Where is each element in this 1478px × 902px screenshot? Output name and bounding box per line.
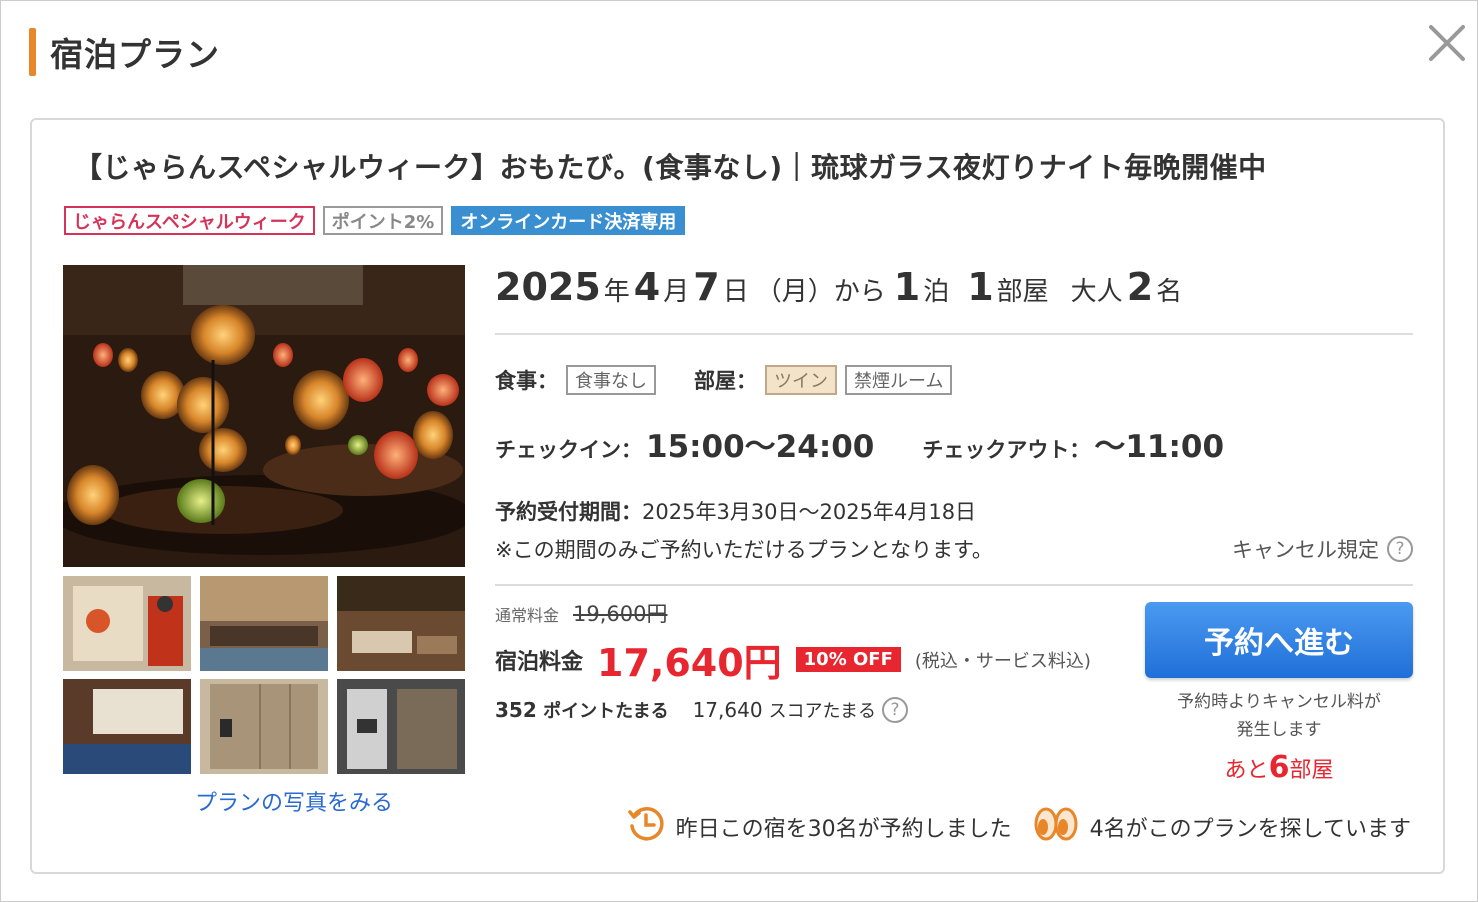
rooms-left-prefix: あと [1224, 758, 1269, 783]
plan-photos-link[interactable]: プランの写真をみる [63, 785, 525, 817]
stay-summary: 2025 年 4 月 7 日 （月）から 1 泊 1 部屋 大人 2 名 [495, 265, 1415, 319]
divider [495, 584, 1413, 586]
cancel-fee-line2: 発生します [1236, 720, 1322, 740]
reserve-button[interactable]: 予約へ進む [1145, 602, 1413, 678]
price-block: 通常料金 19,600円 宿泊料金 17,640円 10% OFF (税込・サー… [495, 598, 1135, 723]
rooms-left-count: 6 [1268, 750, 1290, 785]
discount-badge: 10% OFF [795, 647, 901, 672]
thumbnail-photo[interactable] [200, 576, 328, 671]
plan-details: 2025 年 4 月 7 日 （月）から 1 泊 1 部屋 大人 2 名 食事：… [495, 265, 1415, 586]
month-unit: 月 [663, 277, 690, 307]
thumbnail-photo[interactable] [63, 679, 191, 774]
day-unit: 日 [722, 277, 749, 307]
regular-price-label: 通常料金 [495, 606, 560, 625]
thumbnail-photo[interactable] [337, 576, 465, 671]
plan-title: 【じゃらんスペシャルウィーク】おもたび。(食事なし)｜琉球ガラス夜灯りナイト毎晩… [74, 151, 1267, 184]
booked-yesterday: 昨日この宿を30名が予約しました [626, 804, 1012, 850]
tag-online-payment: オンラインカード決済専用 [451, 206, 686, 235]
adults-count: 2 [1126, 265, 1154, 309]
modal-title: 宿泊プラン [50, 35, 220, 74]
tag-special-week: じゃらんスペシャルウィーク [64, 206, 315, 235]
meal-chip: 食事なし [566, 365, 656, 395]
checkin-label: チェックイン： [495, 438, 642, 462]
adults-unit: 名 [1156, 277, 1183, 307]
stay-price-label: 宿泊料金 [495, 649, 584, 675]
viewing-now: 4名がこのプランを探しています [1032, 804, 1411, 850]
thumbnail-photo[interactable] [63, 576, 191, 671]
stay-month: 4 [633, 265, 661, 309]
cancel-fee-line1: 予約時よりキャンセル料が [1177, 692, 1381, 712]
rooms-left: あと6部屋 [1145, 750, 1413, 785]
stay-year: 2025 [495, 265, 601, 309]
nights-count: 1 [893, 265, 921, 309]
viewing-text: 4名がこのプランを探しています [1089, 817, 1411, 842]
cancel-fee-note: 予約時よりキャンセル料が 発生します [1145, 688, 1413, 744]
eyes-icon [1032, 804, 1080, 850]
room-type-chip: ツイン [765, 365, 837, 395]
rooms-unit: 部屋 [996, 277, 1049, 307]
rooms-left-suffix: 部屋 [1289, 758, 1334, 783]
points-value: 352 [495, 698, 537, 722]
rooms-count: 1 [967, 265, 994, 309]
thumbnail-photo[interactable] [337, 679, 465, 774]
room-label: 部屋： [694, 369, 757, 393]
points-label: ポイントたまる [543, 701, 669, 722]
stay-weekday: （月）から [755, 277, 886, 307]
plan-tags: じゃらんスペシャルウィーク ポイント2% オンラインカード決済専用 [64, 206, 686, 235]
cancel-policy-label: キャンセル規定 [1232, 538, 1379, 562]
check-times-row: チェックイン： 15:00〜24:00 チェックアウト： 〜11:00 [495, 421, 1415, 466]
regular-price-row: 通常料金 19,600円 [495, 598, 1135, 628]
checkin-time: 15:00〜24:00 [646, 429, 875, 465]
points-row: 352 ポイントたまる 17,640 スコアたまる ? [495, 697, 1135, 723]
booking-period: 予約受付期間： 2025年3月30日〜2025年4月18日 [495, 496, 1415, 526]
meal-label: 食事： [495, 369, 558, 393]
score-value: 17,640 [692, 698, 763, 722]
stay-day: 7 [693, 265, 720, 309]
header-accent-bar [29, 28, 36, 76]
period-note: ※この期間のみご予約いただけるプランとなります。 [495, 538, 993, 562]
plan-modal: 宿泊プラン 【じゃらんスペシャルウィーク】おもたび。(食事なし)｜琉球ガラス夜灯… [0, 0, 1478, 902]
tax-note: (税込・サービス料込) [914, 650, 1091, 672]
meal-room-row: 食事： 食事なし 部屋： ツイン 禁煙ルーム [495, 365, 1415, 395]
main-plan-photo[interactable] [63, 265, 465, 567]
modal-header: 宿泊プラン [29, 27, 220, 77]
checkout-time: 〜11:00 [1094, 429, 1225, 465]
clock-history-icon [626, 804, 666, 850]
non-smoking-chip: 禁煙ルーム [845, 365, 953, 395]
score-earned: 17,640 スコアたまる ? [692, 697, 909, 723]
reserve-column: 予約へ進む 予約時よりキャンセル料が 発生します あと6部屋 [1145, 602, 1413, 785]
stay-price: 17,640円 [597, 641, 782, 685]
help-icon[interactable]: ? [1387, 536, 1413, 562]
thumbnail-photo[interactable] [200, 679, 328, 774]
stay-price-row: 宿泊料金 17,640円 10% OFF (税込・サービス料込) [495, 632, 1135, 687]
period-note-row: ※この期間のみご予約いただけるプランとなります。 キャンセル規定 ? [495, 534, 1413, 564]
adults-label: 大人 [1070, 277, 1123, 307]
divider [495, 333, 1413, 335]
help-icon[interactable]: ? [882, 697, 909, 723]
regular-price: 19,600円 [573, 602, 668, 626]
period-value: 2025年3月30日〜2025年4月18日 [642, 500, 977, 524]
cancel-policy-link[interactable]: キャンセル規定 ? [1232, 534, 1413, 564]
year-unit: 年 [603, 277, 630, 307]
points-earned: 352 ポイントたまる [495, 697, 669, 723]
booked-text: 昨日この宿を30名が予約しました [675, 817, 1012, 842]
checkout-label: チェックアウト： [922, 438, 1091, 462]
plan-card: 【じゃらんスペシャルウィーク】おもたび。(食事なし)｜琉球ガラス夜灯りナイト毎晩… [30, 118, 1445, 874]
score-label: スコアたまる [768, 701, 877, 722]
close-icon[interactable] [1425, 21, 1469, 65]
photo-thumbnails [63, 576, 465, 774]
tag-points: ポイント2% [322, 206, 444, 235]
period-label: 予約受付期間： [495, 500, 642, 524]
nights-unit: 泊 [923, 277, 950, 307]
activity-row: 昨日この宿を30名が予約しました 4名がこのプランを探しています [626, 804, 1411, 850]
